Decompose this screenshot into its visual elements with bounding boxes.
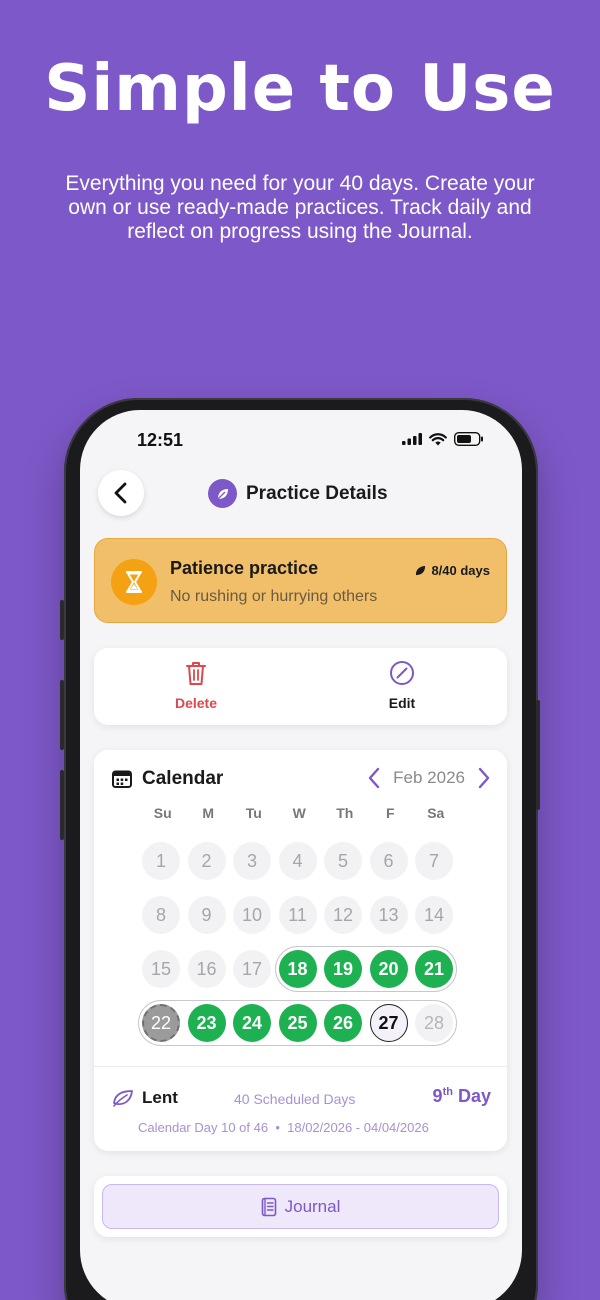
calendar-card: Calendar Feb 2026 Su M Tu W Th F Sa 1234… bbox=[94, 750, 507, 1151]
calendar-day[interactable]: 19 bbox=[324, 950, 362, 988]
calendar-day[interactable]: 5 bbox=[324, 842, 362, 880]
back-button[interactable] bbox=[98, 470, 144, 516]
current-day-suffix: th bbox=[442, 1086, 453, 1098]
leaf-icon bbox=[113, 1090, 133, 1107]
calendar-day[interactable]: 7 bbox=[415, 842, 453, 880]
phone-side-button bbox=[60, 600, 64, 640]
calendar-day[interactable]: 1 bbox=[142, 842, 180, 880]
phone-side-button bbox=[60, 770, 64, 840]
calendar-day[interactable]: 6 bbox=[369, 842, 408, 880]
weekday-label: Tu bbox=[245, 805, 262, 821]
journal-button[interactable]: Journal bbox=[102, 1184, 499, 1229]
calendar-week: 8 9 10 11 12 13 14 bbox=[142, 896, 461, 950]
battery-icon bbox=[454, 432, 483, 446]
actions-card: Delete Edit bbox=[94, 648, 507, 725]
season-meta: Calendar Day 10 of 46 • 18/02/2026 - 04/… bbox=[138, 1120, 429, 1135]
calendar-day[interactable]: 27 bbox=[369, 1004, 408, 1042]
calendar-day[interactable]: 18 bbox=[278, 950, 317, 988]
calendar-day[interactable]: 20 bbox=[369, 950, 408, 988]
page-title: Practice Details bbox=[246, 482, 388, 504]
weekday-header: Su M Tu W Th F Sa bbox=[140, 805, 459, 821]
status-bar: 12:51 bbox=[80, 428, 522, 452]
weekday-label: Sa bbox=[427, 805, 445, 821]
journal-card: Journal bbox=[94, 1176, 507, 1237]
headline: Simple to Use bbox=[44, 52, 556, 126]
calendar-day[interactable]: 25 bbox=[278, 1004, 317, 1042]
calendar-day[interactable]: 16 bbox=[187, 950, 226, 988]
calendar-day[interactable]: 10 bbox=[233, 896, 271, 934]
current-day-number: 9 bbox=[432, 1086, 443, 1106]
edit-icon bbox=[390, 661, 414, 685]
calendar-title: Calendar bbox=[142, 768, 224, 789]
separator: • bbox=[275, 1120, 280, 1135]
calendar-day[interactable]: 11 bbox=[278, 896, 317, 934]
scheduled-days: 40 Scheduled Days bbox=[234, 1091, 356, 1107]
journal-label: Journal bbox=[284, 1196, 341, 1216]
calendar-day[interactable]: 13 bbox=[369, 896, 408, 934]
phone-side-button bbox=[60, 680, 64, 750]
next-month-button[interactable] bbox=[477, 767, 491, 789]
weekday-label: W bbox=[292, 805, 306, 821]
calendar-day[interactable]: 23 bbox=[187, 1004, 226, 1042]
calendar-icon bbox=[112, 770, 132, 788]
days-progress-label: 8/40 days bbox=[431, 563, 490, 578]
edit-button[interactable]: Edit bbox=[342, 660, 462, 711]
subtitle: Everything you need for your 40 days. Cr… bbox=[65, 172, 535, 243]
leaf-icon bbox=[416, 565, 426, 576]
season-name: Lent bbox=[142, 1088, 178, 1107]
days-progress-badge: 8/40 days bbox=[415, 563, 490, 578]
calendar-grid: 1 2 3 4 5 6 7 8 9 10 11 12 13 14 15 16 17 18 19 20 21 22 23 24 2… bbox=[138, 842, 461, 1058]
prev-month-button[interactable] bbox=[367, 767, 381, 789]
delete-button[interactable]: Delete bbox=[136, 660, 256, 711]
leaf-icon bbox=[208, 479, 237, 508]
calendar-day[interactable]: 22 bbox=[142, 1004, 180, 1042]
trash-icon bbox=[186, 662, 206, 685]
practice-card[interactable]: Patience practice No rushing or hurrying… bbox=[94, 538, 507, 623]
season-date-range: 18/02/2026 - 04/04/2026 bbox=[287, 1120, 429, 1135]
current-day-word: Day bbox=[457, 1086, 491, 1106]
calendar-day[interactable]: 15 bbox=[142, 950, 180, 988]
calendar-day[interactable]: 3 bbox=[233, 842, 271, 880]
cellular-icon bbox=[402, 433, 422, 445]
calendar-week: 22 23 24 25 26 27 28 bbox=[138, 1000, 461, 1058]
hourglass-icon bbox=[111, 559, 157, 605]
calendar-day[interactable]: 4 bbox=[278, 842, 317, 880]
edit-label: Edit bbox=[388, 695, 416, 711]
phone-side-button bbox=[536, 700, 540, 810]
calendar-day[interactable]: 26 bbox=[324, 1004, 362, 1042]
status-time: 12:51 bbox=[137, 430, 184, 450]
calendar-day[interactable]: 8 bbox=[142, 896, 180, 934]
weekday-label: F bbox=[385, 805, 395, 821]
calendar-day[interactable]: 28 bbox=[415, 1004, 453, 1042]
weekday-label: Th bbox=[336, 805, 354, 821]
calendar-week: 15 16 17 18 19 20 21 bbox=[142, 946, 461, 1004]
journal-icon bbox=[261, 1197, 276, 1216]
calendar-day[interactable]: 17 bbox=[233, 950, 271, 988]
season-row: Lent 40 Scheduled Days 9th Day bbox=[112, 1086, 491, 1114]
delete-label: Delete bbox=[174, 695, 218, 711]
practice-name: Patience practice bbox=[170, 558, 319, 578]
calendar-day[interactable]: 9 bbox=[187, 896, 226, 934]
wifi-icon bbox=[429, 432, 447, 445]
practice-description: No rushing or hurrying others bbox=[170, 588, 378, 605]
weekday-label: M bbox=[202, 805, 215, 821]
calendar-day[interactable]: 24 bbox=[233, 1004, 271, 1042]
calendar-day[interactable]: 2 bbox=[187, 842, 226, 880]
calendar-day[interactable]: 12 bbox=[324, 896, 362, 934]
calendar-day[interactable]: 14 bbox=[415, 896, 453, 934]
nav-bar: Practice Details bbox=[80, 470, 522, 516]
current-day: 9th Day bbox=[433, 1086, 491, 1107]
month-label: Feb 2026 bbox=[393, 768, 465, 787]
calendar-day[interactable]: 21 bbox=[415, 950, 453, 988]
calendar-day-count: Calendar Day 10 of 46 bbox=[138, 1120, 269, 1135]
divider bbox=[94, 1066, 507, 1067]
chevron-left-icon bbox=[114, 482, 127, 504]
weekday-label: Su bbox=[153, 805, 172, 821]
phone-screen: 12:51 Practice Details Patience practice… bbox=[80, 410, 522, 1300]
calendar-week: 1234567 bbox=[142, 842, 461, 896]
